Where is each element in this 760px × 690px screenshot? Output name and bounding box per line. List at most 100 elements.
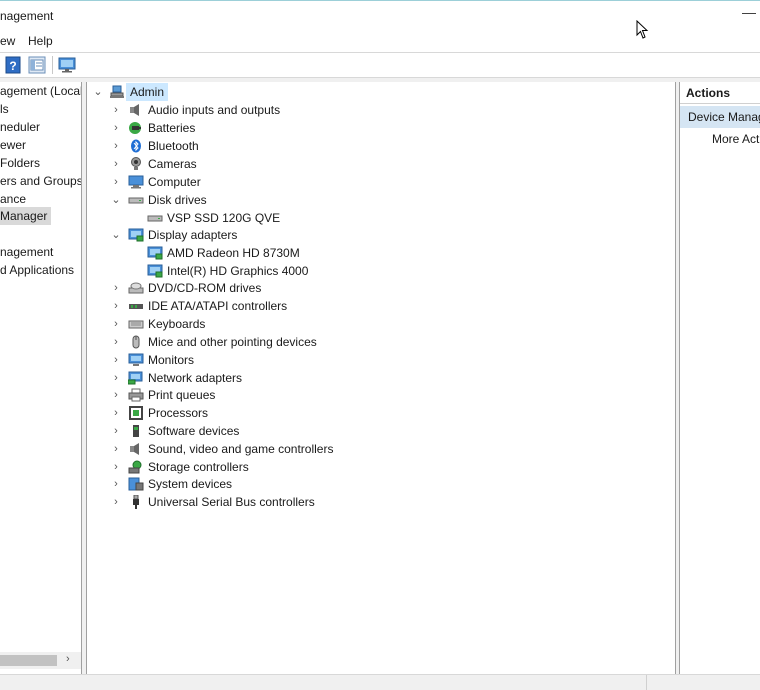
- menu-view[interactable]: ew: [0, 34, 15, 48]
- tree-node-label: Intel(R) HD Graphics 4000: [167, 264, 309, 278]
- software-device-icon: [133, 425, 139, 437]
- status-bar: [0, 674, 760, 690]
- tree-node[interactable]: VSP SSD 120G QVE: [87, 209, 677, 227]
- tree-node[interactable]: › Computer: [87, 173, 677, 191]
- menu-help[interactable]: Help: [28, 34, 53, 48]
- nav-item-computer-management[interactable]: agement (Local: [0, 82, 81, 100]
- expand-icon[interactable]: ›: [111, 315, 121, 333]
- tree-node[interactable]: › System devices: [87, 475, 677, 493]
- tree-node[interactable]: › Network adapters: [87, 369, 677, 387]
- expand-icon[interactable]: ›: [111, 351, 121, 369]
- tree-node[interactable]: › DVD/CD-ROM drives: [87, 279, 677, 297]
- window-title: nagement: [0, 9, 54, 23]
- tree-node[interactable]: › Universal Serial Bus controllers: [87, 493, 677, 511]
- camera-icon: [131, 157, 141, 170]
- tree-node[interactable]: › Batteries: [87, 119, 677, 137]
- nav-item-task-scheduler[interactable]: neduler: [0, 118, 40, 136]
- nav-item-disk-management[interactable]: nagement: [0, 243, 53, 261]
- tree-node[interactable]: › Monitors: [87, 351, 677, 369]
- tree-node-label: Universal Serial Bus controllers: [148, 495, 315, 509]
- collapse-icon[interactable]: ⌄: [111, 226, 121, 244]
- storage-controller-icon: [128, 460, 142, 474]
- tree-node[interactable]: › IDE ATA/ATAPI controllers: [87, 297, 677, 315]
- disk-drive-icon: [147, 215, 163, 222]
- tree-node-label: IDE ATA/ATAPI controllers: [148, 299, 288, 313]
- expand-icon[interactable]: ›: [111, 493, 121, 511]
- tree-node[interactable]: › Storage controllers: [87, 458, 677, 476]
- tree-node[interactable]: › Bluetooth: [87, 137, 677, 155]
- collapse-icon[interactable]: ⌄: [111, 191, 121, 209]
- tree-root-label: Admin: [126, 83, 169, 101]
- tree-node-label: DVD/CD-ROM drives: [148, 281, 262, 295]
- tree-node-label: Sound, video and game controllers: [148, 442, 334, 456]
- more-actions-link[interactable]: More Actions: [712, 132, 760, 146]
- nav-item-local-users-groups[interactable]: ers and Groups: [0, 172, 81, 190]
- nav-item-shared-folders[interactable]: Folders: [0, 154, 40, 172]
- nav-item-services-applications[interactable]: d Applications: [0, 261, 74, 279]
- tree-node[interactable]: › Sound, video and game controllers: [87, 440, 677, 458]
- bluetooth-icon: [131, 139, 141, 153]
- tree-node[interactable]: › Processors: [87, 404, 677, 422]
- scroll-right-icon[interactable]: ›: [66, 653, 70, 665]
- tree-node-label: Software devices: [148, 424, 240, 438]
- tree-node[interactable]: Intel(R) HD Graphics 4000: [87, 262, 677, 280]
- tree-node-label: Processors: [148, 406, 209, 420]
- expand-icon[interactable]: ›: [111, 386, 121, 404]
- tree-node-label: Monitors: [148, 353, 195, 367]
- mouse-icon: [132, 335, 140, 349]
- tree-node-label: Computer: [148, 175, 201, 189]
- ide-controller-icon: [129, 304, 143, 309]
- expand-icon[interactable]: ›: [111, 137, 121, 155]
- tree-node-label: Cameras: [148, 157, 197, 171]
- expand-icon[interactable]: ›: [111, 369, 121, 387]
- minimize-button[interactable]: —: [742, 4, 756, 20]
- computer-icon: [128, 175, 144, 189]
- tree-node-label: AMD Radeon HD 8730M: [167, 246, 300, 260]
- tree-node-label: Keyboards: [148, 317, 206, 331]
- expand-icon[interactable]: ›: [111, 119, 121, 137]
- expand-icon[interactable]: ›: [111, 297, 121, 315]
- computer-icon: [110, 85, 124, 98]
- tree-node[interactable]: › Keyboards: [87, 315, 677, 333]
- tree-node-label: Network adapters: [148, 371, 243, 385]
- nav-item-system-tools[interactable]: ls: [0, 100, 9, 118]
- tree-node[interactable]: › Mice and other pointing devices: [87, 333, 677, 351]
- nav-item-event-viewer[interactable]: ewer: [0, 136, 26, 154]
- nav-item-device-manager[interactable]: Manager: [0, 207, 52, 225]
- tree-node[interactable]: › Cameras: [87, 155, 677, 173]
- expand-icon[interactable]: ›: [111, 475, 121, 493]
- tree-node[interactable]: ⌄ Disk drives: [87, 191, 677, 209]
- actions-header: Actions: [680, 82, 760, 104]
- nav-item-performance[interactable]: ance: [0, 190, 26, 208]
- expand-icon[interactable]: ›: [111, 155, 121, 173]
- tree-node[interactable]: › Software devices: [87, 422, 677, 440]
- expand-icon[interactable]: ›: [111, 404, 121, 422]
- expand-icon[interactable]: ›: [111, 101, 121, 119]
- expand-icon[interactable]: ›: [111, 279, 121, 297]
- usb-icon: [133, 495, 139, 509]
- system-device-icon: [128, 477, 144, 491]
- tree-node[interactable]: AMD Radeon HD 8730M: [87, 244, 677, 262]
- tree-node-label: Print queues: [148, 388, 216, 402]
- expand-icon[interactable]: ›: [111, 440, 121, 458]
- monitor-icon[interactable]: [58, 56, 76, 74]
- tree-node[interactable]: ⌄ Display adapters: [87, 226, 677, 244]
- properties-icon[interactable]: [28, 56, 46, 74]
- monitor-icon: [128, 353, 144, 366]
- expand-icon[interactable]: ›: [111, 173, 121, 191]
- tree-node[interactable]: › Print queues: [87, 386, 677, 404]
- expand-icon[interactable]: ›: [111, 458, 121, 476]
- tree-root[interactable]: ⌄ Admin: [87, 83, 677, 101]
- tree-node[interactable]: › Audio inputs and outputs: [87, 101, 677, 119]
- expand-icon[interactable]: ›: [111, 333, 121, 351]
- help-icon[interactable]: ?: [4, 56, 22, 74]
- speaker-icon: [130, 104, 139, 116]
- scrollbar-thumb[interactable]: [0, 655, 57, 666]
- collapse-icon[interactable]: ⌄: [93, 83, 103, 101]
- svg-text:?: ?: [9, 59, 16, 73]
- expand-icon[interactable]: ›: [111, 422, 121, 440]
- actions-section-device-manager[interactable]: Device Manager: [680, 106, 760, 128]
- tree-node-label: Batteries: [148, 121, 196, 135]
- horizontal-scrollbar[interactable]: ›: [0, 652, 81, 669]
- battery-icon: [129, 122, 141, 134]
